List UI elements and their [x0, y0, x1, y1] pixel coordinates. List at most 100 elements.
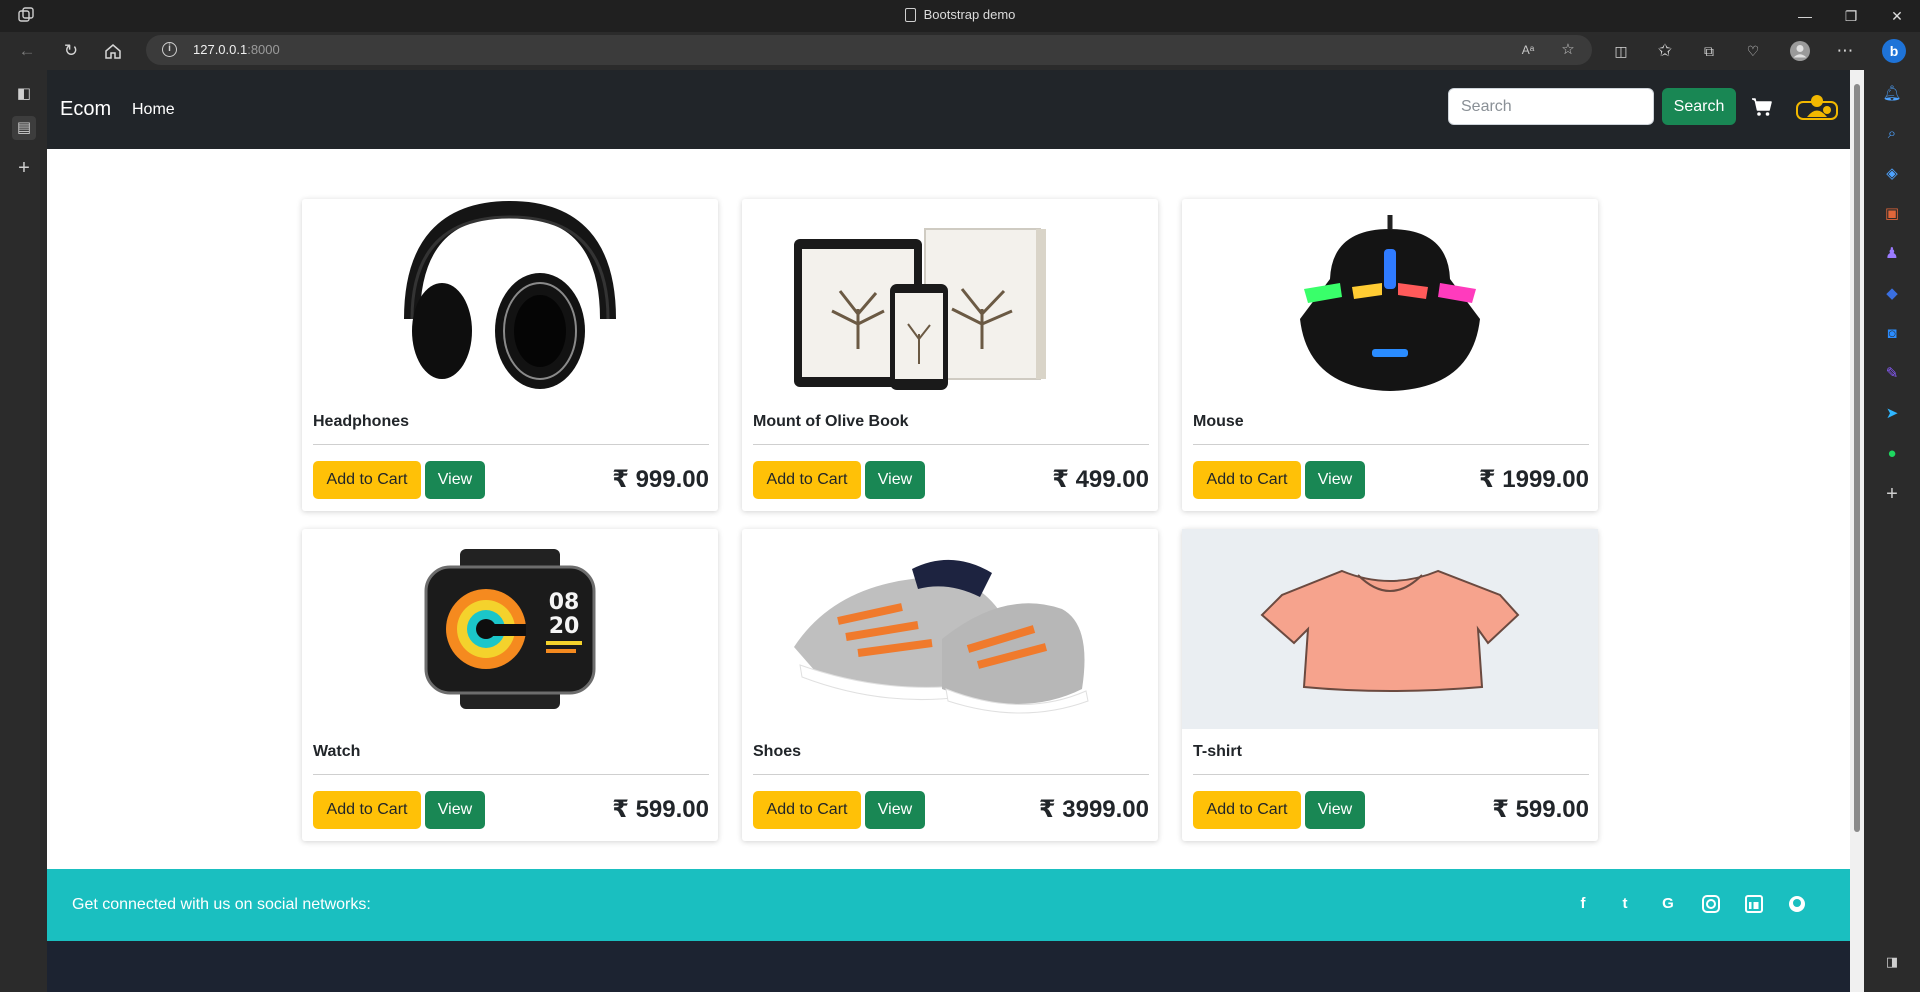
url-port: :8000 — [247, 42, 280, 57]
close-window-button[interactable]: ✕ — [1874, 0, 1920, 32]
card-divider — [313, 444, 709, 445]
search-button[interactable]: Search — [1662, 88, 1736, 125]
product-image[interactable] — [1182, 199, 1598, 399]
product-image[interactable] — [302, 199, 718, 399]
refresh-icon[interactable]: ↻ — [60, 40, 82, 62]
view-button[interactable]: View — [865, 461, 925, 499]
tab-actions-menu-icon[interactable]: ◧ — [12, 82, 36, 106]
headphones-image — [404, 200, 616, 389]
tab-title-text: Bootstrap demo — [923, 7, 1016, 22]
google-icon[interactable]: G — [1658, 894, 1678, 914]
card-divider — [313, 774, 709, 775]
scrollbar-thumb[interactable] — [1854, 84, 1860, 832]
card-divider — [753, 774, 1149, 775]
svg-text:20: 20 — [549, 614, 580, 639]
tools-icon[interactable]: ▣ — [1880, 202, 1904, 226]
favorites-icon[interactable]: ✩ — [1654, 40, 1676, 62]
shoes-image — [794, 559, 1089, 714]
add-to-cart-button[interactable]: Add to Cart — [313, 461, 421, 499]
product-name: T-shirt — [1193, 743, 1242, 760]
product-card: 08 20 Watch Add to Cart View ₹ 599.00 — [302, 529, 718, 841]
notifications-icon[interactable]: 🔔︎ — [1880, 82, 1904, 106]
twitter-icon[interactable]: t — [1615, 894, 1635, 914]
linkedin-icon[interactable] — [1744, 894, 1764, 914]
page-viewport: Ecom Home Search Headphone — [47, 70, 1850, 992]
view-button[interactable]: View — [425, 791, 485, 829]
product-image[interactable]: 08 20 — [302, 529, 718, 729]
back-icon[interactable]: ← — [16, 40, 38, 62]
view-button[interactable]: View — [425, 461, 485, 499]
card-divider — [1193, 444, 1589, 445]
window-title: Bootstrap demo — [0, 7, 1920, 22]
profile-avatar-icon[interactable] — [1789, 40, 1811, 62]
add-to-cart-button[interactable]: Add to Cart — [1193, 461, 1301, 499]
page-document-icon — [904, 8, 916, 22]
games-icon[interactable]: ♟ — [1880, 242, 1904, 266]
user-account-icon[interactable] — [1796, 92, 1838, 122]
brand-logo[interactable]: Ecom — [60, 98, 111, 121]
browser-essentials-icon[interactable]: ♡ — [1742, 40, 1764, 62]
product-image[interactable] — [742, 199, 1158, 399]
add-sidebar-app-icon[interactable]: + — [1880, 482, 1904, 506]
home-icon[interactable] — [104, 42, 122, 60]
page-scrollbar[interactable] — [1850, 70, 1864, 992]
product-price: ₹ 499.00 — [1052, 466, 1149, 493]
svg-text:08: 08 — [549, 590, 580, 615]
more-options-icon[interactable]: ⋯ — [1834, 40, 1856, 62]
read-aloud-icon[interactable]: Aᵃ — [1518, 40, 1538, 60]
product-price: ₹ 599.00 — [1492, 796, 1589, 823]
tshirt-image — [1260, 569, 1520, 692]
address-bar[interactable]: i 127.0.0.1:8000 Aᵃ ☆ — [146, 35, 1592, 65]
vertical-tabs-rail: ◧ ▤ + — [0, 70, 47, 992]
shopping-tag-icon[interactable]: ◈ — [1880, 162, 1904, 186]
product-image[interactable] — [742, 529, 1158, 729]
product-price: ₹ 599.00 — [612, 796, 709, 823]
svg-text:b: b — [1890, 43, 1899, 59]
view-button[interactable]: View — [865, 791, 925, 829]
view-button[interactable]: View — [1305, 461, 1365, 499]
nav-link-home[interactable]: Home — [132, 101, 175, 119]
mouse-image — [1300, 215, 1480, 391]
footer — [47, 941, 1850, 992]
url-host: 127.0.0.1 — [193, 42, 248, 57]
restore-button[interactable]: ❐ — [1828, 0, 1874, 32]
favorite-star-icon[interactable]: ☆ — [1558, 40, 1578, 60]
view-button[interactable]: View — [1305, 791, 1365, 829]
product-card: Mount of Olive Book Add to Cart View ₹ 4… — [742, 199, 1158, 511]
telegram-icon[interactable]: ➤ — [1880, 402, 1904, 426]
card-divider — [753, 444, 1149, 445]
outlook-icon[interactable]: ◙ — [1880, 322, 1904, 346]
search-icon[interactable]: ⌕ — [1880, 122, 1904, 146]
copilot-icon[interactable]: b — [1881, 38, 1907, 64]
window-controls: — ❐ ✕ — [1782, 0, 1920, 32]
search-input[interactable] — [1448, 88, 1654, 125]
new-tab-icon[interactable]: + — [12, 156, 36, 180]
add-to-cart-button[interactable]: Add to Cart — [753, 791, 861, 829]
browser-titlebar: Bootstrap demo — ❐ ✕ — [0, 0, 1920, 32]
facebook-icon[interactable]: f — [1573, 894, 1593, 914]
product-card: Shoes Add to Cart View ₹ 3999.00 — [742, 529, 1158, 841]
spotify-icon[interactable]: ● — [1880, 442, 1904, 466]
product-name: Mouse — [1193, 413, 1244, 430]
cart-icon[interactable] — [1751, 97, 1773, 117]
product-name: Headphones — [313, 413, 410, 430]
product-price: ₹ 3999.00 — [1038, 796, 1149, 823]
add-to-cart-button[interactable]: Add to Cart — [313, 791, 421, 829]
add-to-cart-button[interactable]: Add to Cart — [1193, 791, 1301, 829]
split-screen-icon[interactable]: ◫ — [1610, 40, 1632, 62]
collections-icon[interactable]: ⧉ — [1698, 40, 1720, 62]
url-text[interactable]: 127.0.0.1:8000 — [193, 42, 280, 57]
site-info-icon[interactable]: i — [162, 42, 177, 57]
product-name: Watch — [313, 743, 361, 760]
add-to-cart-button[interactable]: Add to Cart — [753, 461, 861, 499]
product-card: Headphones Add to Cart View ₹ 999.00 — [302, 199, 718, 511]
minimize-button[interactable]: — — [1782, 0, 1828, 32]
drop-icon[interactable]: ✎ — [1880, 362, 1904, 386]
hide-sidebar-icon[interactable]: ◨ — [1880, 950, 1904, 974]
github-icon[interactable] — [1787, 894, 1807, 914]
product-image[interactable] — [1182, 529, 1598, 729]
microsoft-365-icon[interactable]: ◆ — [1880, 282, 1904, 306]
instagram-icon[interactable] — [1701, 894, 1721, 914]
card-divider — [1193, 774, 1589, 775]
current-tab-icon[interactable]: ▤ — [12, 116, 36, 140]
